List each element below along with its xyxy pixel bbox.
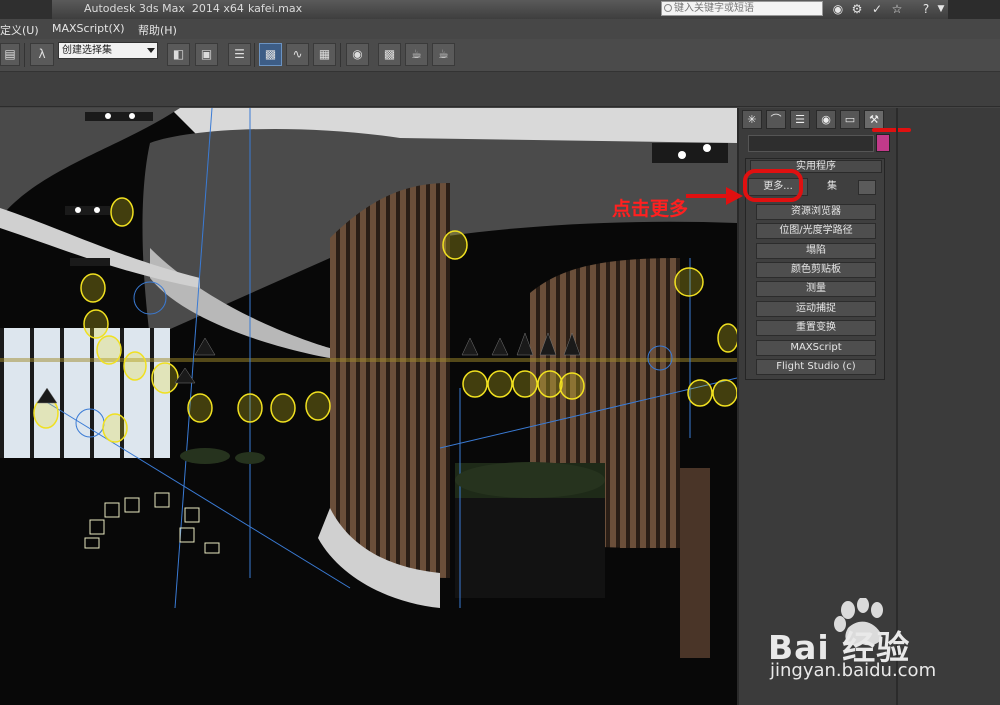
annotation-text: 点击更多 <box>612 198 689 220</box>
keyboard-shortcut-icon[interactable]: ▤ <box>0 43 20 66</box>
object-color-swatch[interactable] <box>876 134 890 152</box>
object-name-field[interactable] <box>748 135 874 152</box>
menu-maxscript[interactable]: MAXScript(X) <box>52 22 125 35</box>
annotation-underline <box>872 128 911 132</box>
configure-sets-icon[interactable] <box>858 180 876 195</box>
menu-help[interactable]: 帮助(H) <box>138 22 177 38</box>
main-toolbar: ▤ λ 创建选择集 ◧ ▣ ☰ ▩ ∿ ▦ ◉ ▩ ☕ ☕ <box>0 39 1000 72</box>
sets-button[interactable]: 集 <box>812 180 852 195</box>
render-setup-icon[interactable]: ▩ <box>378 43 401 66</box>
motion-tab-icon[interactable]: ◉ <box>816 110 836 129</box>
edit-named-selection-icon[interactable]: λ <box>30 43 54 66</box>
layer-manager-icon[interactable]: ☰ <box>228 43 251 66</box>
named-selection-set-dropdown[interactable]: 创建选择集 <box>58 42 158 59</box>
file-name: kafei.max <box>248 2 303 15</box>
curve-editor-icon[interactable]: ∿ <box>286 43 309 66</box>
schematic-view-icon[interactable]: ▦ <box>313 43 336 66</box>
window-controls[interactable] <box>948 0 1000 19</box>
maxscript-button[interactable]: MAXScript <box>756 340 876 356</box>
toolbar-separator <box>340 43 341 67</box>
search-icon <box>664 4 672 12</box>
chevron-down-icon <box>147 48 155 53</box>
bitmap-path-button[interactable]: 位图/光度学路径 <box>756 223 876 239</box>
material-editor-icon[interactable]: ◉ <box>346 43 369 66</box>
selection-set-value: 创建选择集 <box>62 45 112 56</box>
annotation-circle <box>743 169 803 202</box>
key-icon[interactable]: ⚙ <box>849 2 865 17</box>
utilities-tab-hammer-icon[interactable]: ⚒ <box>864 110 884 129</box>
collapse-button[interactable]: 塌陷 <box>756 243 876 259</box>
hierarchy-tab-icon[interactable]: ☰ <box>790 110 810 129</box>
flight-studio-button[interactable]: Flight Studio (c) <box>756 359 876 375</box>
display-tab-icon[interactable]: ▭ <box>840 110 860 129</box>
modify-tab-icon[interactable]: ⌒ <box>766 110 786 129</box>
reset-xform-button[interactable]: 重置变换 <box>756 320 876 336</box>
menu-bar: 定义(U) MAXScript(X) 帮助(H) <box>0 19 1000 40</box>
create-tab-icon[interactable]: ✳ <box>742 110 762 129</box>
measure-button[interactable]: 测量 <box>756 281 876 297</box>
favorites-star-icon[interactable]: ☆ <box>889 2 905 17</box>
render-teapot-icon[interactable]: ☕ <box>432 43 455 66</box>
asset-browser-button[interactable]: 资源浏览器 <box>756 204 876 220</box>
app-menu-icon[interactable] <box>0 0 52 19</box>
render-frame-icon[interactable]: ☕ <box>405 43 428 66</box>
exchange-icon[interactable]: ✓ <box>869 2 885 17</box>
help-icon[interactable]: ? <box>918 2 934 17</box>
color-clipboard-button[interactable]: 颜色剪贴板 <box>756 262 876 278</box>
motion-capture-button[interactable]: 运动捕捉 <box>756 301 876 317</box>
toolbar-separator <box>24 43 25 67</box>
annotation-arrow <box>686 187 743 205</box>
watermark-url: jingyan.baidu.com <box>770 660 937 681</box>
ribbon-strip <box>0 72 1000 107</box>
search-input[interactable]: 键入关键字或短语 <box>661 1 823 16</box>
window-title: Autodesk 3ds Max 2014 x64 <box>84 2 244 15</box>
search-placeholder: 键入关键字或短语 <box>674 3 754 14</box>
toolbar-separator <box>254 43 255 67</box>
chevron-down-icon[interactable]: ▼ <box>933 2 949 17</box>
title-bar: Autodesk 3ds Max 2014 x64 kafei.max 键入关键… <box>0 0 1000 20</box>
mirror-icon[interactable]: ◧ <box>167 43 190 66</box>
binoculars-icon[interactable]: ◉ <box>830 2 846 17</box>
align-icon[interactable]: ▣ <box>195 43 218 66</box>
scene-explorer-icon[interactable]: ▩ <box>259 43 282 66</box>
menu-customize[interactable]: 定义(U) <box>0 22 39 38</box>
